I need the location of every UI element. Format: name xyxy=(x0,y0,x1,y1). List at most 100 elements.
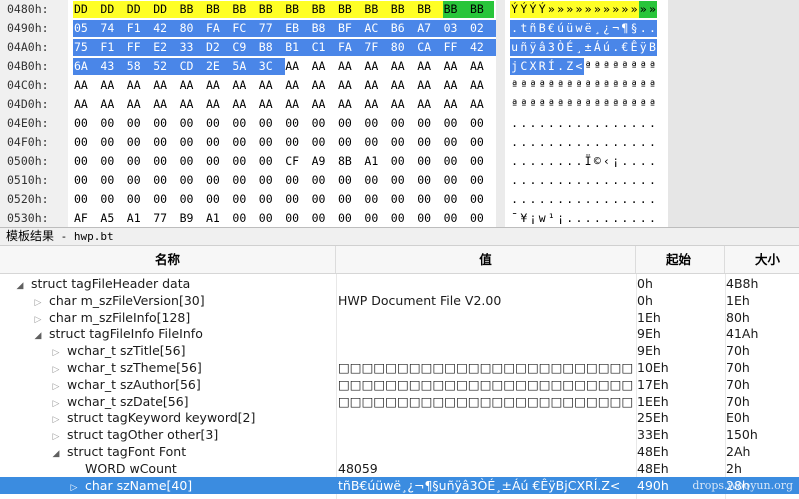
expanded-arrow-icon[interactable]: ◢ xyxy=(14,278,26,292)
hex-byte[interactable]: 00 xyxy=(258,153,285,170)
tree-row[interactable]: ▷ struct tagKeyword keyword[2] 25Eh E0h xyxy=(0,409,799,426)
hex-row[interactable]: 0480h: DD DD DD DD BB BB BB BB BB BB BB BB BB BB BB BB Ý Ý… xyxy=(0,0,799,19)
hex-byte[interactable]: AA xyxy=(231,77,258,94)
tree-row[interactable]: ◢ struct tagFont Font 48Eh 2Ah xyxy=(0,443,799,460)
hex-byte[interactable]: E2 xyxy=(152,39,180,56)
ascii-text[interactable]: ................ xyxy=(510,134,662,151)
hex-byte[interactable]: B8 xyxy=(257,39,285,56)
hex-byte[interactable]: 42 xyxy=(152,20,180,37)
hex-byte[interactable]: A5 xyxy=(99,210,126,227)
hex-byte[interactable]: 8B xyxy=(337,153,364,170)
hex-byte[interactable]: 00 xyxy=(284,115,311,132)
hex-byte[interactable]: CF xyxy=(284,153,311,170)
hex-byte[interactable]: 00 xyxy=(231,115,258,132)
hex-byte[interactable]: CA xyxy=(416,39,444,56)
hex-byte[interactable]: 00 xyxy=(231,210,258,227)
hex-byte[interactable]: 00 xyxy=(337,115,364,132)
hex-byte[interactable]: AA xyxy=(390,58,417,75)
tree-row[interactable]: ▷ char m_szFileVersion[30] HWP Document Fi… xyxy=(0,292,799,309)
hex-byte[interactable]: BB xyxy=(205,1,232,18)
hex-byte[interactable]: 00 xyxy=(179,172,206,189)
ascii-text[interactable]: ªªªªªªªªªªªªªªªª xyxy=(510,96,662,113)
hex-byte[interactable]: AA xyxy=(311,58,338,75)
hex-byte[interactable]: A1 xyxy=(363,153,390,170)
hex-byte[interactable]: 6A xyxy=(73,58,100,75)
hex-byte[interactable]: 00 xyxy=(469,115,496,132)
hex-byte[interactable]: 00 xyxy=(443,153,470,170)
hex-byte[interactable]: A9 xyxy=(311,153,338,170)
hex-byte[interactable]: B9 xyxy=(179,210,206,227)
collapsed-arrow-icon[interactable]: ▷ xyxy=(50,345,62,359)
hex-byte[interactable]: AA xyxy=(469,58,496,75)
hex-byte[interactable]: 00 xyxy=(311,210,338,227)
hex-row[interactable]: 0500h: 00 00 00 00 00 00 00 00 CF A9 8B A1 00 00 00 00..… xyxy=(0,152,799,171)
hex-byte[interactable]: AA xyxy=(363,96,390,113)
hex-byte[interactable]: 00 xyxy=(126,172,153,189)
hex-byte[interactable]: F1 xyxy=(125,20,153,37)
hex-byte[interactable]: AA xyxy=(443,96,470,113)
hex-byte[interactable]: AA xyxy=(179,77,206,94)
hex-byte[interactable]: 00 xyxy=(126,115,153,132)
hex-byte[interactable]: 00 xyxy=(469,210,496,227)
hex-byte[interactable]: 00 xyxy=(284,191,311,208)
hex-byte[interactable]: 3C xyxy=(257,58,285,75)
hex-byte[interactable]: AA xyxy=(284,58,311,75)
hex-byte[interactable]: 00 xyxy=(416,191,443,208)
hex-byte[interactable]: AA xyxy=(311,96,338,113)
hex-byte[interactable]: 00 xyxy=(390,210,417,227)
hex-byte[interactable]: 00 xyxy=(337,134,364,151)
hex-byte[interactable]: 00 xyxy=(179,134,206,151)
hex-byte[interactable]: C9 xyxy=(231,39,259,56)
hex-byte[interactable]: 02 xyxy=(469,20,496,37)
hex-row[interactable]: 04B0h: 6A 43 58 52 CD 2E 5A 3C AA AA AA AA AA AA AA AA j C… xyxy=(0,57,799,76)
hex-byte[interactable]: B8 xyxy=(310,20,338,37)
hex-byte[interactable]: BB xyxy=(178,1,206,18)
hex-byte[interactable]: BB xyxy=(469,1,494,18)
hex-byte[interactable]: 52 xyxy=(152,58,180,75)
hex-byte[interactable]: FA xyxy=(337,39,364,56)
hex-byte[interactable]: 33 xyxy=(178,39,206,56)
hex-byte[interactable]: AA xyxy=(390,96,417,113)
hex-byte[interactable]: AA xyxy=(337,77,364,94)
hex-byte[interactable]: 00 xyxy=(469,191,496,208)
hex-byte[interactable]: FC xyxy=(231,20,259,37)
ascii-text[interactable]: . t ñ B € ú ü w ë ¸ ¿ ¬ ¶ §.. xyxy=(510,20,662,37)
column-header-size[interactable]: 大小 xyxy=(725,246,799,273)
hex-byte[interactable]: 00 xyxy=(390,153,417,170)
hex-byte[interactable]: AA xyxy=(337,58,364,75)
ascii-text[interactable]: ................ xyxy=(510,172,662,189)
hex-byte[interactable]: 00 xyxy=(73,153,100,170)
hex-byte[interactable]: 00 xyxy=(469,134,496,151)
hex-byte[interactable]: 00 xyxy=(126,153,153,170)
hex-byte[interactable]: 00 xyxy=(73,134,100,151)
hex-byte[interactable]: 00 xyxy=(469,172,496,189)
hex-byte[interactable]: 00 xyxy=(443,134,470,151)
hex-byte[interactable]: 00 xyxy=(337,191,364,208)
hex-byte[interactable]: AA xyxy=(126,77,153,94)
hex-byte[interactable]: AA xyxy=(363,58,390,75)
hex-byte[interactable]: 00 xyxy=(363,172,390,189)
hex-byte[interactable]: 00 xyxy=(205,191,232,208)
hex-byte[interactable]: AA xyxy=(443,58,470,75)
hex-byte[interactable]: 00 xyxy=(390,115,417,132)
hex-row[interactable]: 04C0h: AA AA AA AA AA AA AA AA AA AA AA AA AA AA AA AA ª ª… xyxy=(0,76,799,95)
ascii-text[interactable]: ªªªªªªªªªªªªªªªª xyxy=(510,77,662,94)
hex-byte[interactable]: D2 xyxy=(205,39,232,56)
hex-byte[interactable]: AA xyxy=(258,77,285,94)
hex-byte[interactable]: FF xyxy=(125,39,153,56)
collapsed-arrow-icon[interactable]: ▷ xyxy=(32,295,44,309)
hex-byte[interactable]: 00 xyxy=(231,172,258,189)
hex-byte[interactable]: 00 xyxy=(416,210,443,227)
hex-byte[interactable]: 75 xyxy=(73,39,100,56)
tree-row[interactable]: ▷ wchar_t szTitle[56] 9Eh 70h xyxy=(0,342,799,359)
hex-row[interactable]: 0520h: 00 00 00 00 00 00 00 00 00 00 00 00 00 00 00 00..… xyxy=(0,190,799,209)
hex-byte[interactable]: AA xyxy=(73,77,100,94)
hex-byte[interactable]: BB xyxy=(231,1,259,18)
hex-byte[interactable]: 00 xyxy=(205,134,232,151)
hex-byte[interactable]: AF xyxy=(73,210,100,227)
hex-byte[interactable]: 00 xyxy=(363,115,390,132)
hex-byte[interactable]: 00 xyxy=(416,134,443,151)
hex-row[interactable]: 0530h: AF A5 A1 77 B9 A1 00 00 00 00 00 00 00 00 00 00 ¯ ¥… xyxy=(0,209,799,227)
hex-byte[interactable]: B6 xyxy=(389,20,417,37)
tree-row[interactable]: ▷ char m_szFileInfo[128] 1Eh 80h xyxy=(0,309,799,326)
